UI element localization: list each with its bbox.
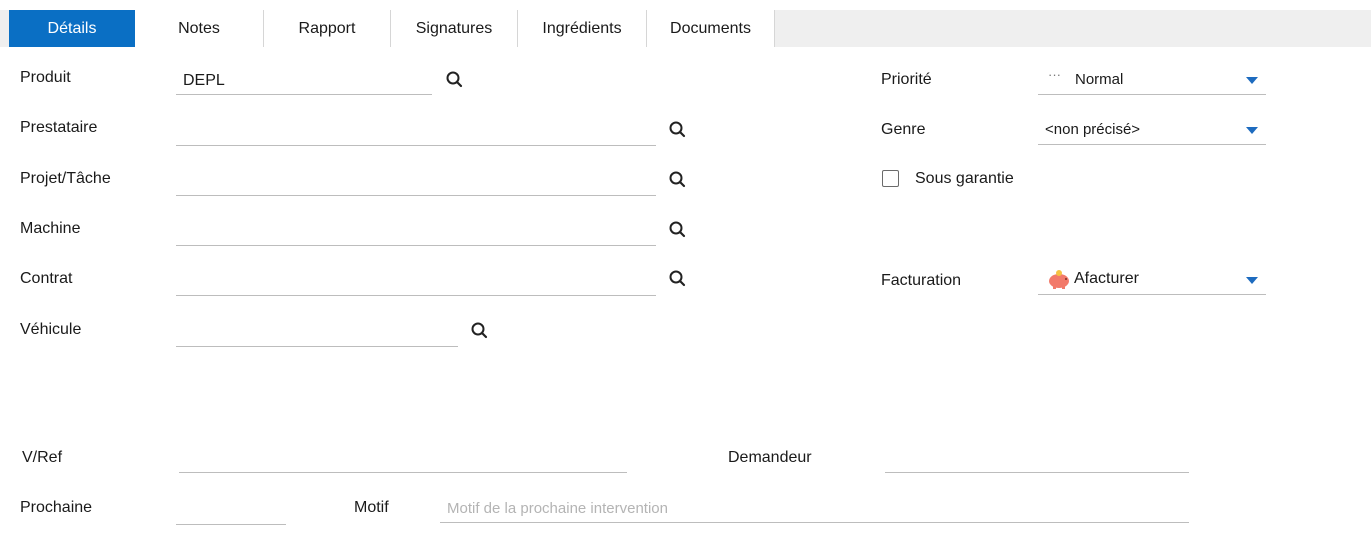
chevron-down-icon — [1246, 127, 1258, 134]
demandeur-label: Demandeur — [728, 449, 812, 466]
machine-label: Machine — [20, 220, 81, 237]
priorite-label: Priorité — [881, 71, 932, 88]
contrat-label: Contrat — [20, 270, 73, 287]
prochaine-label: Prochaine — [20, 499, 93, 516]
projet-label: Projet/Tâche — [20, 170, 111, 187]
contrat-field[interactable] — [176, 268, 656, 296]
motif-label: Motif — [354, 499, 389, 516]
contrat-search-icon[interactable] — [668, 269, 688, 289]
facturation-value: Afacturer — [1074, 270, 1139, 287]
demandeur-field[interactable] — [885, 445, 1189, 473]
vref-field[interactable] — [179, 445, 627, 473]
prochaine-date-field[interactable] — [176, 497, 286, 525]
tab-rapport[interactable]: Rapport — [264, 10, 391, 47]
chevron-down-icon — [1246, 277, 1258, 284]
prestataire-search-icon[interactable] — [668, 120, 688, 140]
vehicule-label: Véhicule — [20, 321, 82, 338]
tab-bar: Détails Notes Rapport Signatures Ingrédi… — [0, 10, 1371, 47]
genre-value: <non précisé> — [1045, 121, 1141, 138]
prestataire-field[interactable] — [176, 118, 656, 146]
facturation-dropdown[interactable]: Afacturer — [1038, 267, 1266, 295]
motif-field[interactable] — [440, 495, 1189, 523]
sous-garantie-label: Sous garantie — [915, 170, 1014, 187]
chevron-down-icon — [1246, 77, 1258, 84]
produit-field[interactable] — [176, 67, 432, 95]
sous-garantie-checkbox[interactable] — [882, 170, 899, 187]
piggy-bank-icon — [1047, 268, 1071, 290]
vehicule-search-icon[interactable] — [470, 321, 490, 341]
dots-icon: ··· — [1048, 67, 1061, 82]
machine-field[interactable] — [176, 218, 656, 246]
produit-label: Produit — [20, 69, 71, 86]
projet-search-icon[interactable] — [668, 170, 688, 190]
tab-notes[interactable]: Notes — [135, 10, 264, 47]
tab-details[interactable]: Détails — [9, 10, 135, 47]
genre-label: Genre — [881, 121, 926, 138]
produit-search-icon[interactable] — [445, 70, 465, 90]
tab-ingredients[interactable]: Ingrédients — [518, 10, 647, 47]
projet-field[interactable] — [176, 168, 656, 196]
machine-search-icon[interactable] — [668, 220, 688, 240]
priorite-value: Normal — [1075, 71, 1124, 88]
facturation-label: Facturation — [881, 272, 962, 289]
tab-documents[interactable]: Documents — [647, 10, 775, 47]
vref-label: V/Ref — [22, 449, 63, 466]
genre-dropdown[interactable]: <non précisé> — [1038, 117, 1266, 145]
prestataire-label: Prestataire — [20, 119, 98, 136]
tab-signatures[interactable]: Signatures — [391, 10, 518, 47]
priorite-dropdown[interactable]: ··· Normal — [1038, 67, 1266, 95]
vehicule-field[interactable] — [176, 319, 458, 347]
